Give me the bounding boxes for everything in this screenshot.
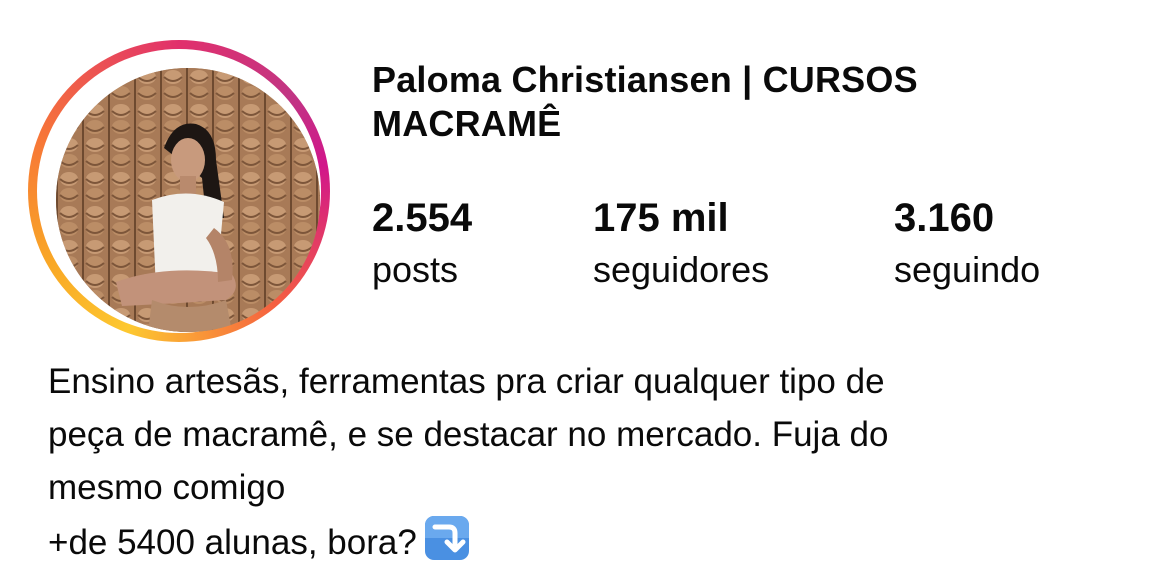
posts-label: posts [372, 249, 459, 290]
following-count: 3.160 [894, 196, 995, 240]
posts-count: 2.554 [372, 196, 473, 240]
followers-count: 175 mil [593, 196, 729, 240]
followers-label: seguidores [593, 249, 770, 290]
following-label: seguindo [894, 249, 1041, 290]
bio: Ensino artesãs, ferramentas pra criar qu… [48, 355, 1138, 569]
profile-photo [56, 68, 320, 332]
profile-header: Paloma Christiansen | CURSOS MACRAMÊ 2.5… [0, 0, 1166, 576]
bio-last-line: +de 5400 alunas, bora? [48, 514, 1138, 569]
stat-posts[interactable]: 2.554 posts [372, 194, 472, 294]
story-ring[interactable] [28, 40, 330, 342]
bio-line: Ensino artesãs, ferramentas pra criar qu… [48, 362, 885, 401]
arrow-down-right-icon [423, 514, 471, 562]
stat-followers[interactable]: 175 mil seguidores [593, 194, 769, 294]
profile-name: Paloma Christiansen | CURSOS MACRAMÊ [372, 59, 918, 144]
stat-following[interactable]: 3.160 seguindo [894, 194, 1040, 294]
avatar[interactable] [56, 68, 320, 332]
bio-line: peça de macramê, e se destacar no mercad… [48, 415, 889, 454]
bio-line: mesmo comigo [48, 468, 286, 507]
bio-line-text: +de 5400 alunas, bora? [48, 523, 417, 562]
